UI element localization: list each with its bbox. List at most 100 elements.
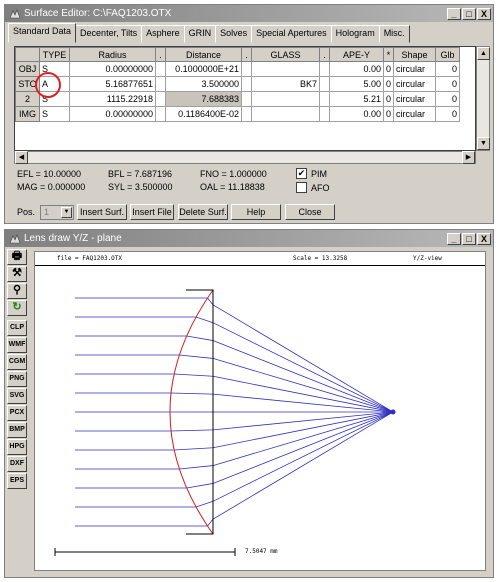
export-cgm-button[interactable]: CGM bbox=[7, 354, 27, 370]
export-wmf-button[interactable]: WMF bbox=[7, 337, 27, 353]
cell-distance[interactable]: 0.1000000E+21 bbox=[165, 61, 242, 77]
zoom-icon[interactable]: ⚲ bbox=[7, 283, 27, 299]
cell-radius-solve[interactable] bbox=[155, 106, 166, 122]
export-clp-button[interactable]: CLP bbox=[7, 320, 27, 336]
tools-icon[interactable]: ⚒ bbox=[7, 266, 27, 282]
cell-glass-solve[interactable] bbox=[319, 91, 330, 107]
export-eps-button[interactable]: EPS bbox=[7, 473, 27, 489]
col-glass-solve[interactable]: . bbox=[319, 47, 330, 62]
export-hpg-button[interactable]: HPG bbox=[7, 439, 27, 455]
tab-standard-data[interactable]: Standard Data bbox=[8, 23, 77, 43]
cell-radius[interactable]: 1115.22918 bbox=[69, 91, 156, 107]
scroll-right-button[interactable]: ▶ bbox=[462, 151, 475, 164]
scroll-down-button[interactable]: ▼ bbox=[477, 137, 490, 150]
tab-asphere[interactable]: Asphere bbox=[141, 25, 185, 43]
cell-ape-flag[interactable]: 0 bbox=[382, 61, 395, 77]
insert-file-button[interactable]: Insert File bbox=[130, 204, 174, 220]
cell-ape-y[interactable]: 5.00 bbox=[329, 76, 384, 92]
delete-surf-button[interactable]: Delete Surf. bbox=[178, 204, 228, 220]
col-radius[interactable]: Radius bbox=[69, 47, 156, 62]
cell-shape[interactable]: circular bbox=[393, 76, 437, 92]
cell-ape-flag[interactable]: 0 bbox=[382, 106, 395, 122]
cell-distance-solve[interactable] bbox=[241, 91, 252, 107]
cell-glass-solve[interactable] bbox=[319, 61, 330, 77]
cell-glass-solve[interactable] bbox=[319, 76, 330, 92]
cell-ape-flag[interactable]: 0 bbox=[382, 76, 395, 92]
window-title: Surface Editor: C:\FAQ1203.OTX bbox=[24, 8, 172, 19]
cell-shape[interactable]: circular bbox=[393, 61, 437, 77]
cell-distance-solve[interactable] bbox=[241, 76, 252, 92]
chevron-down-icon[interactable]: ▼ bbox=[61, 207, 72, 218]
lens-drawing-canvas[interactable]: file = FAQ1203.OTX Scale = 13.3258 Y/Z-v… bbox=[34, 251, 486, 571]
col-distance[interactable]: Distance bbox=[165, 47, 242, 62]
col-shape[interactable]: Shape bbox=[393, 47, 437, 62]
col-radius-solve[interactable]: . bbox=[155, 47, 166, 62]
row-label[interactable]: IMG bbox=[15, 106, 40, 122]
position-select[interactable]: 1 ▼ bbox=[40, 205, 74, 220]
pim-checkbox[interactable]: ✔ bbox=[296, 168, 307, 179]
cell-ape-flag[interactable]: 0 bbox=[382, 91, 395, 107]
col-glass[interactable]: GLASS bbox=[251, 47, 320, 62]
minimize-button[interactable]: _ bbox=[447, 7, 461, 20]
cell-ape-y[interactable]: 5.21 bbox=[329, 91, 384, 107]
cell-radius[interactable]: 0.00000000 bbox=[69, 106, 156, 122]
cell-glb[interactable]: 0 bbox=[435, 61, 461, 77]
tab-special-apertures[interactable]: Special Apertures bbox=[251, 25, 332, 43]
cell-glass[interactable]: BK7 bbox=[251, 76, 320, 92]
insert-surf-button[interactable]: Insert Surf. bbox=[77, 204, 127, 220]
scroll-left-button[interactable]: ◀ bbox=[15, 151, 28, 164]
export-dxf-button[interactable]: DXF bbox=[7, 456, 27, 472]
export-bmp-button[interactable]: BMP bbox=[7, 422, 27, 438]
cell-distance[interactable]: 3.500000 bbox=[165, 76, 242, 92]
lens-draw-titlebar[interactable]: Lens draw Y/Z - plane _ □ X bbox=[5, 230, 493, 247]
cell-radius-solve[interactable] bbox=[155, 76, 166, 92]
cell-distance-solve[interactable] bbox=[241, 106, 252, 122]
cell-glass[interactable] bbox=[251, 91, 320, 107]
minimize-button[interactable]: _ bbox=[447, 232, 461, 245]
cell-distance-solve[interactable] bbox=[241, 61, 252, 77]
close-window-button[interactable]: X bbox=[477, 7, 491, 20]
col-ape-y[interactable]: APE-Y bbox=[329, 47, 384, 62]
vertical-scrollbar[interactable]: ▲ ▼ bbox=[476, 46, 490, 151]
cell-glb[interactable]: 0 bbox=[435, 91, 461, 107]
tab-decenter-tilts[interactable]: Decenter, Tilts bbox=[75, 25, 143, 43]
cell-glb[interactable]: 0 bbox=[435, 76, 461, 92]
maximize-button[interactable]: □ bbox=[462, 232, 476, 245]
cell-type[interactable]: S bbox=[39, 106, 70, 122]
cell-radius[interactable]: 5.16877651 bbox=[69, 76, 156, 92]
tab-hologram[interactable]: Hologram bbox=[330, 25, 380, 43]
surface-editor-titlebar[interactable]: Surface Editor: C:\FAQ1203.OTX _ □ X bbox=[5, 5, 493, 22]
scroll-up-button[interactable]: ▲ bbox=[477, 47, 490, 60]
col-type[interactable]: TYPE bbox=[39, 47, 70, 62]
cell-distance[interactable]: 0.1186400E-02 bbox=[165, 106, 242, 122]
close-button[interactable]: Close bbox=[285, 204, 335, 220]
col-distance-solve[interactable]: . bbox=[241, 47, 252, 62]
refresh-icon[interactable]: ↻ bbox=[7, 300, 27, 316]
cell-shape[interactable]: circular bbox=[393, 106, 437, 122]
cell-shape[interactable]: circular bbox=[393, 91, 437, 107]
cell-radius[interactable]: 0.00000000 bbox=[69, 61, 156, 77]
cell-glass[interactable] bbox=[251, 61, 320, 77]
help-button[interactable]: Help bbox=[231, 204, 281, 220]
cell-ape-y[interactable]: 0.00 bbox=[329, 106, 384, 122]
horizontal-scrollbar[interactable]: ◀ ▶ bbox=[14, 151, 476, 164]
cell-glass[interactable] bbox=[251, 106, 320, 122]
tab-misc[interactable]: Misc. bbox=[378, 25, 410, 43]
cell-glass-solve[interactable] bbox=[319, 106, 330, 122]
close-window-button[interactable]: X bbox=[477, 232, 491, 245]
export-png-button[interactable]: PNG bbox=[7, 371, 27, 387]
export-pcx-button[interactable]: PCX bbox=[7, 405, 27, 421]
cell-glb[interactable]: 0 bbox=[435, 106, 461, 122]
cell-radius-solve[interactable] bbox=[155, 91, 166, 107]
cell-distance[interactable]: 7.688383 bbox=[165, 91, 242, 107]
afo-checkbox[interactable] bbox=[296, 182, 307, 193]
maximize-button[interactable]: □ bbox=[462, 7, 476, 20]
cell-ape-y[interactable]: 0.00 bbox=[329, 61, 384, 77]
col-glb[interactable]: Glb bbox=[435, 47, 461, 62]
col-ape-flag[interactable]: * bbox=[382, 47, 395, 62]
tab-solves[interactable]: Solves bbox=[215, 25, 253, 43]
tab-grin[interactable]: GRIN bbox=[183, 25, 217, 43]
cell-radius-solve[interactable] bbox=[155, 61, 166, 77]
printer-icon[interactable]: 🖶 bbox=[7, 249, 27, 265]
export-svg-button[interactable]: SVG bbox=[7, 388, 27, 404]
